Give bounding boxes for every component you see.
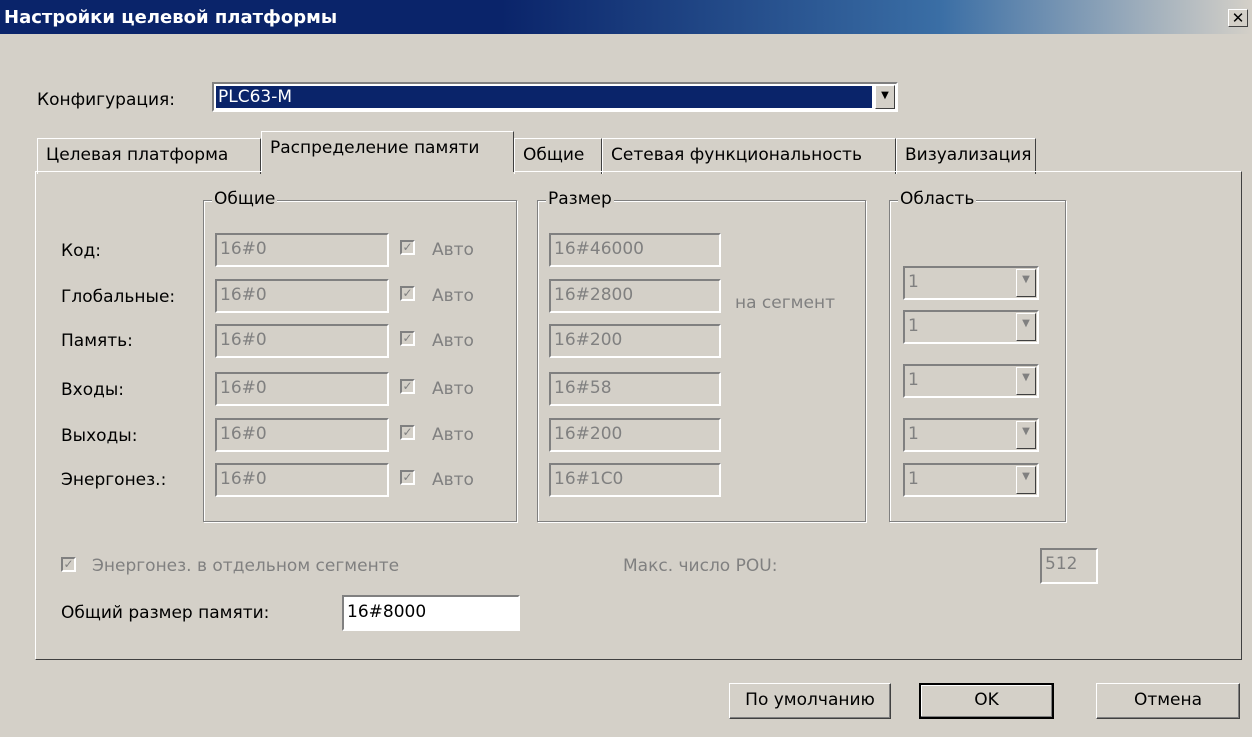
- total-memory-field[interactable]: 16#8000: [342, 595, 520, 631]
- retain-separate-label: Энергонез. в отдельном сегменте: [92, 556, 400, 576]
- chevron-down-icon[interactable]: ▼: [1016, 367, 1036, 395]
- ok-button[interactable]: OK: [919, 683, 1054, 719]
- title-bar: Настройки целевой платформы ✕: [0, 0, 1252, 34]
- general-globals-field[interactable]: 16#0: [215, 279, 389, 313]
- tab-general[interactable]: Общие: [514, 138, 602, 174]
- row-label-retain: Энергонез.:: [61, 470, 167, 490]
- config-value: PLC63-M: [216, 86, 872, 108]
- size-memory-field[interactable]: 16#200: [549, 324, 721, 358]
- auto-inputs-checkbox[interactable]: ✓: [400, 379, 415, 394]
- area-globals-value: 1: [908, 272, 919, 292]
- row-label-globals: Глобальные:: [61, 287, 176, 307]
- auto-code-checkbox[interactable]: ✓: [400, 240, 415, 255]
- auto-outputs-checkbox[interactable]: ✓: [400, 425, 415, 440]
- general-memory-field[interactable]: 16#0: [215, 324, 389, 358]
- chevron-down-icon[interactable]: ▼: [1016, 313, 1036, 341]
- row-label-memory: Память:: [61, 331, 133, 351]
- auto-inputs-label: Авто: [432, 379, 474, 399]
- chevron-down-icon[interactable]: ▼: [1016, 269, 1036, 297]
- chevron-down-icon[interactable]: ▼: [1016, 466, 1036, 494]
- tab-visualization[interactable]: Визуализация: [896, 138, 1036, 174]
- area-memory-value: 1: [908, 316, 919, 336]
- total-memory-label: Общий размер памяти:: [61, 603, 270, 623]
- group-general-title: Общие: [212, 189, 278, 209]
- per-segment-label: на сегмент: [735, 293, 835, 313]
- general-retain-field[interactable]: 16#0: [215, 463, 389, 497]
- cancel-button[interactable]: Отмена: [1096, 683, 1240, 719]
- area-outputs-select[interactable]: 1 ▼: [903, 418, 1039, 452]
- auto-code-label: Авто: [432, 240, 474, 260]
- retain-separate-checkbox[interactable]: ✓: [61, 557, 76, 572]
- window-title: Настройки целевой платформы: [4, 7, 338, 28]
- tab-target-platform[interactable]: Целевая платформа: [37, 138, 261, 174]
- size-retain-field[interactable]: 16#1C0: [549, 463, 721, 497]
- auto-memory-label: Авто: [432, 331, 474, 351]
- group-size-title: Размер: [546, 189, 614, 209]
- auto-globals-checkbox[interactable]: ✓: [400, 286, 415, 301]
- auto-memory-checkbox[interactable]: ✓: [400, 331, 415, 346]
- size-outputs-field[interactable]: 16#200: [549, 418, 721, 452]
- max-pou-field[interactable]: 512: [1040, 548, 1098, 584]
- general-inputs-field[interactable]: 16#0: [215, 372, 389, 406]
- row-label-inputs: Входы:: [61, 380, 125, 400]
- area-outputs-value: 1: [908, 424, 919, 444]
- config-select[interactable]: PLC63-M ▼: [212, 82, 898, 112]
- auto-retain-checkbox[interactable]: ✓: [400, 470, 415, 485]
- auto-retain-label: Авто: [432, 470, 474, 490]
- auto-globals-label: Авто: [432, 286, 474, 306]
- row-label-outputs: Выходы:: [61, 426, 138, 446]
- area-retain-select[interactable]: 1 ▼: [903, 463, 1039, 497]
- area-retain-value: 1: [908, 469, 919, 489]
- area-inputs-select[interactable]: 1 ▼: [903, 364, 1039, 398]
- auto-outputs-label: Авто: [432, 425, 474, 445]
- default-button[interactable]: По умолчанию: [729, 683, 891, 719]
- size-globals-field[interactable]: 16#2800: [549, 279, 721, 313]
- row-label-code: Код:: [61, 241, 101, 261]
- chevron-down-icon[interactable]: ▼: [1016, 421, 1036, 449]
- area-inputs-value: 1: [908, 370, 919, 390]
- area-globals-select[interactable]: 1 ▼: [903, 266, 1039, 300]
- close-button[interactable]: ✕: [1228, 9, 1248, 27]
- max-pou-label: Макс. число POU:: [623, 556, 778, 576]
- tab-network[interactable]: Сетевая функциональность: [602, 138, 896, 174]
- chevron-down-icon[interactable]: ▼: [875, 85, 895, 109]
- size-inputs-field[interactable]: 16#58: [549, 372, 721, 406]
- tab-memory-layout[interactable]: Распределение памяти: [261, 131, 514, 172]
- general-outputs-field[interactable]: 16#0: [215, 418, 389, 452]
- config-label: Конфигурация:: [37, 90, 175, 110]
- general-code-field[interactable]: 16#0: [215, 233, 389, 267]
- area-memory-select[interactable]: 1 ▼: [903, 310, 1039, 344]
- size-code-field[interactable]: 16#46000: [549, 233, 721, 267]
- group-area-title: Область: [898, 189, 977, 209]
